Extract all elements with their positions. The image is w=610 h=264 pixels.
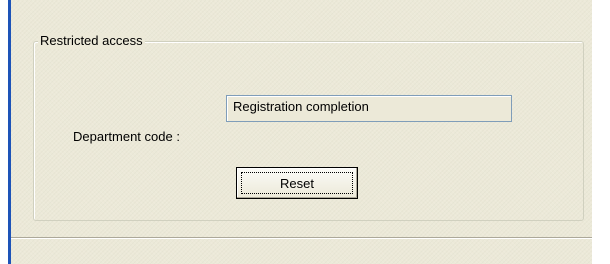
department-code-value: Registration completion — [233, 99, 369, 114]
reset-button-label: Reset — [241, 172, 353, 194]
department-code-label: Department code : — [73, 129, 180, 144]
reset-button[interactable]: Reset — [236, 167, 358, 199]
panel-divider-highlight — [11, 238, 592, 239]
groupbox-title: Restricted access — [38, 33, 145, 49]
dialog-window: Restricted access Department code : Regi… — [0, 0, 610, 264]
